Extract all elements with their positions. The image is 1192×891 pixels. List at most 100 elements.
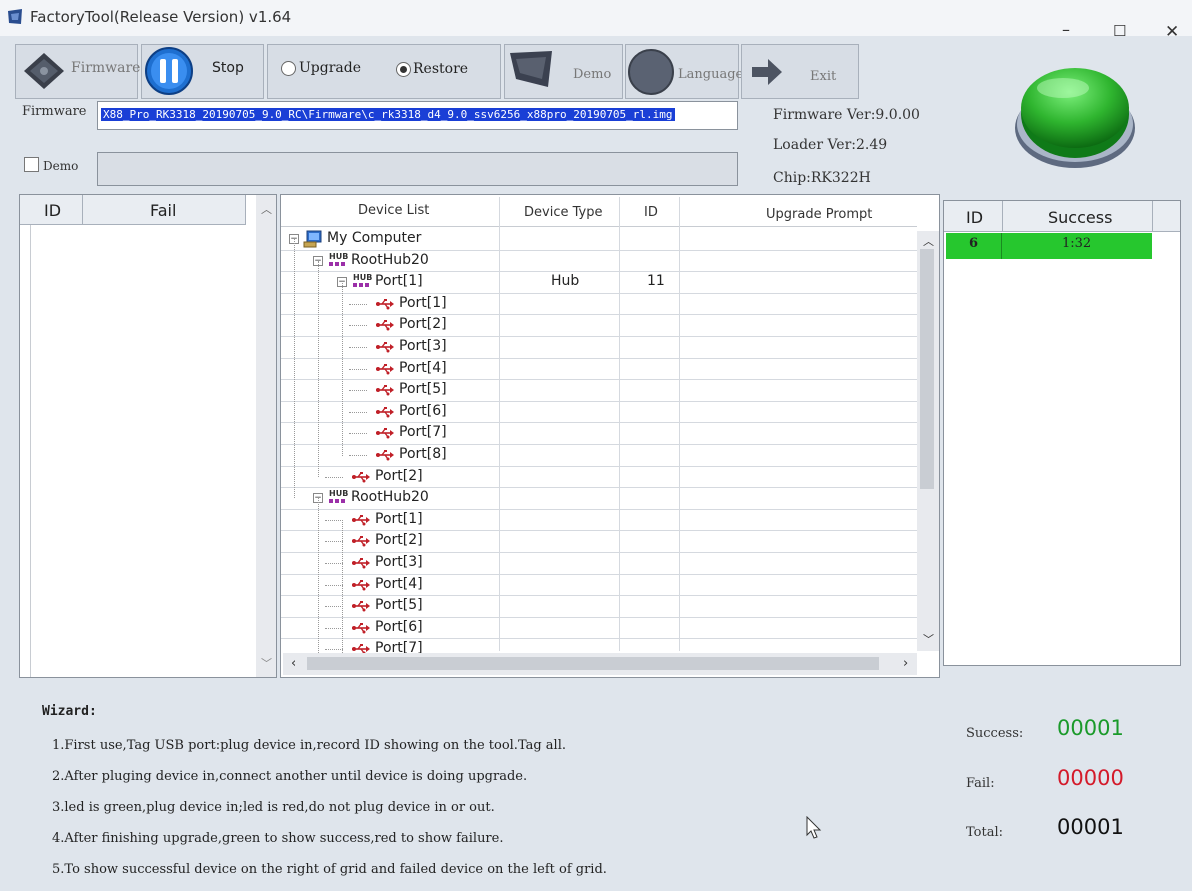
wizard-line: 4.After finishing upgrade,green to show … [52, 831, 504, 846]
exit-button[interactable]: Exit [741, 44, 859, 99]
usb-port-icon [352, 622, 370, 634]
demo-button[interactable]: Demo [504, 44, 623, 99]
demo-button-label: Demo [573, 67, 612, 82]
row-gridline [281, 508, 917, 510]
window-title: FactoryTool(Release Version) v1.64 [30, 8, 292, 26]
row-gridline [281, 249, 917, 251]
success-grid-success-header: Success [1048, 208, 1113, 227]
chip-icon [24, 53, 64, 89]
id-column-header[interactable]: ID [644, 205, 658, 220]
scroll-right-icon[interactable]: › [903, 656, 908, 671]
success-row[interactable]: 6 1:32 [946, 233, 1152, 259]
device-tree-label: Port[5] [399, 381, 447, 398]
device-tree-label: Port[3] [399, 338, 447, 354]
usb-port-icon [376, 298, 394, 310]
fail-grid-id-header: ID [44, 201, 62, 220]
usb-port-icon [352, 558, 370, 569]
language-button-label: Language [678, 67, 744, 82]
device-tree-label: RootHub20 [351, 251, 429, 268]
demo-icon [510, 51, 552, 87]
usb-port-icon [376, 385, 394, 396]
firmware-button-label: Firmware [71, 60, 141, 76]
row-gridline [281, 487, 917, 489]
tree-connector [325, 649, 343, 651]
tree-connector [342, 520, 343, 655]
device-list-vscrollbar[interactable]: ︿ ﹀ [917, 231, 939, 651]
device-tree-label: Port[7] [399, 424, 447, 441]
wizard-line: 1.First use,Tag USB port:plug device in,… [52, 738, 567, 753]
stop-button[interactable]: Stop [141, 44, 264, 99]
tree-connector [349, 303, 367, 305]
success-count: 00001 [1057, 716, 1124, 740]
usb-hub-icon: HUB [329, 252, 348, 268]
device-tree-label: Port[1] [399, 294, 447, 311]
tree-connector [342, 283, 343, 456]
fail-grid-scrollbar[interactable]: ︿ ﹀ [256, 195, 276, 677]
usb-port-icon [376, 406, 394, 418]
firmware-path-text: X88_Pro_RK3318_20190705_9.0_RC\Firmware\… [101, 108, 675, 121]
restore-radio[interactable] [396, 62, 411, 77]
upgrade-label: Upgrade [299, 60, 362, 76]
usb-hub-icon: HUB [329, 489, 348, 505]
tree-connector [325, 519, 343, 521]
usb-port-icon [376, 320, 394, 331]
app-icon [8, 9, 22, 24]
device-tree: − My Computer − HUB RootHub20− HUB Port[1] Hub 1… [281, 225, 917, 655]
wizard-line: 3.led is green,plug device in;led is red… [52, 800, 495, 815]
scroll-up-icon[interactable]: ︿ [261, 201, 272, 217]
row-gridline [281, 292, 917, 294]
demo-checkbox[interactable] [24, 157, 39, 172]
upgrade-radio[interactable] [281, 61, 296, 76]
device-list-hscrollbar[interactable]: ‹ › [283, 653, 917, 675]
scroll-thumb[interactable] [920, 249, 934, 489]
device-list-header: Device List Device Type ID Upgrade Promp… [281, 195, 917, 227]
firmware-path-input[interactable]: X88_Pro_RK3318_20190705_9.0_RC\Firmware\… [97, 101, 738, 130]
scroll-left-icon[interactable]: ‹ [291, 656, 296, 671]
tree-connector [325, 541, 343, 543]
column-divider [1002, 201, 1003, 232]
maximize-button[interactable]: ☐ [1113, 22, 1126, 40]
wizard-line: 5.To show successful device on the right… [52, 862, 607, 877]
tree-connector [325, 476, 343, 478]
exit-arrow-icon [752, 59, 782, 85]
usb-port-icon [376, 450, 394, 461]
usb-port-icon [352, 514, 370, 526]
upgrade-prompt-column-header[interactable]: Upgrade Prompt [766, 207, 872, 222]
fail-count-label: Fail: [966, 776, 995, 791]
success-grid: ID Success 6 1:32 [943, 200, 1181, 666]
scroll-down-icon[interactable]: ﹀ [261, 655, 272, 671]
computer-icon [303, 230, 322, 248]
mode-group: Upgrade Restore [267, 44, 501, 99]
grid-line [30, 225, 31, 677]
close-button[interactable]: ✕ [1165, 22, 1179, 42]
stop-button-label: Stop [212, 60, 244, 76]
wizard-line: 2.After pluging device in,connect anothe… [52, 769, 528, 784]
row-gridline [281, 444, 917, 445]
firmware-field-label: Firmware [22, 104, 87, 119]
scroll-up-icon[interactable]: ︿ [923, 233, 934, 249]
scroll-thumb[interactable] [307, 657, 879, 670]
tree-connector [349, 347, 367, 348]
scroll-down-icon[interactable]: ﹀ [923, 631, 934, 647]
device-tree-label: My Computer [327, 230, 422, 246]
row-gridline [281, 595, 917, 597]
device-type-column-header[interactable]: Device Type [524, 205, 602, 220]
usb-port-icon [376, 342, 394, 353]
language-button[interactable]: Language [625, 44, 743, 99]
mouse-cursor-icon [806, 816, 822, 839]
success-count-label: Success: [966, 726, 1024, 741]
firmware-button[interactable]: Firmware [15, 44, 141, 99]
fail-count: 00000 [1057, 766, 1124, 790]
tree-connector [325, 606, 343, 608]
minimize-button[interactable]: – [1062, 20, 1070, 39]
tree-connector [349, 411, 367, 413]
tree-connector [349, 390, 367, 392]
row-gridline [281, 573, 917, 575]
row-gridline [281, 422, 917, 424]
device-tree-label: Port[4] [399, 359, 447, 376]
row-gridline [281, 336, 917, 337]
device-list-column-header[interactable]: Device List [358, 203, 429, 218]
column-divider [82, 195, 83, 225]
total-count-label: Total: [966, 825, 1004, 840]
demo-field [97, 152, 738, 186]
